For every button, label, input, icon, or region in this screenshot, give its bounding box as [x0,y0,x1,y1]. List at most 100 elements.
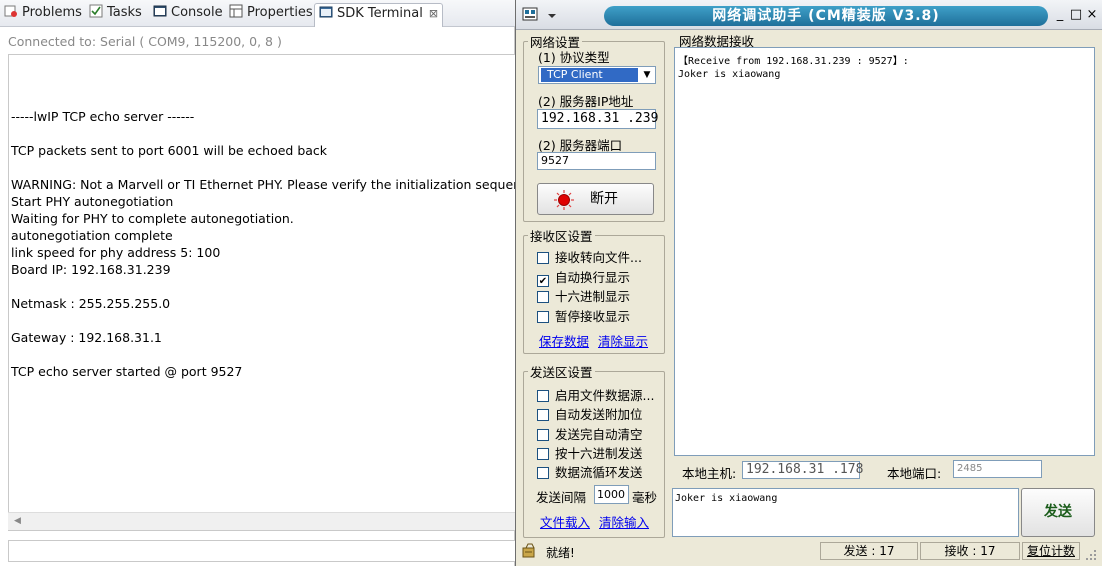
maximize-button[interactable]: □ [1068,6,1084,24]
checkbox-label: 暂停接收显示 [555,309,631,324]
checkbox-label: 发送完自动清空 [555,427,643,442]
tab-label: SDK Terminal [337,6,423,21]
problems-icon [4,4,18,18]
disconnect-label: 断开 [590,191,618,207]
connection-status: Connected to: Serial ( COM9, 115200, 0, … [8,34,282,49]
console-line: TCP packets sent to port 6001 will be ec… [11,143,328,158]
server-ip-label: (2) 服务器IP地址 [538,94,634,109]
view-tab-bar: Problems Tasks Console Properties SDK Te… [0,0,515,27]
save-data-link[interactable]: 保存数据 [539,331,589,350]
group-legend: 发送区设置 [530,365,593,380]
app-icon [522,7,556,21]
tab-properties[interactable]: Properties [229,3,313,25]
pause-recv-checkbox[interactable]: 暂停接收显示 [537,306,630,325]
load-file-link[interactable]: 文件载入 [540,512,590,531]
clear-display-link[interactable]: 清除显示 [598,331,648,350]
checkbox-label: 自动发送附加位 [555,407,643,422]
hex-send-checkbox[interactable]: 按十六进制发送 [537,443,643,462]
eclipse-view-panel: Problems Tasks Console Properties SDK Te… [0,0,536,566]
local-host-label: 本地主机: [682,466,737,481]
connection-led-icon [554,190,574,221]
auto-wrap-checkbox[interactable]: ✔ 自动换行显示 [537,267,630,287]
sent-counter: 发送 : 17 [820,542,918,560]
console-line: Gateway : 192.168.31.1 [11,330,162,345]
console-line: Start PHY autonegotiation [11,194,174,209]
hex-display-checkbox[interactable]: 十六进制显示 [537,286,630,305]
send-interval-label: 发送间隔 [536,490,587,505]
checkbox-label: 按十六进制发送 [555,446,643,461]
recv-data-area[interactable]: 【Receive from 192.168.31.239 : 9527】: Jo… [674,47,1095,456]
checkbox-label: 十六进制显示 [555,289,631,304]
checkbox-box[interactable] [537,429,549,441]
terminal-input[interactable] [8,540,515,562]
terminal-icon [319,5,333,19]
scroll-left-icon[interactable]: ◀ [14,516,21,526]
status-ready: 就绪! [546,546,575,560]
protocol-label: (1) 协议类型 [538,50,610,65]
console-line: WARNING: Not a Marvell or TI Ethernet PH… [11,177,536,192]
server-ip-input[interactable]: 192.168.31 .239 [537,109,658,129]
disconnect-button[interactable]: 断开 [537,183,654,215]
tab-label: Console [171,5,223,20]
checkbox-box[interactable] [537,409,549,421]
tab-console[interactable]: Console [153,3,223,25]
checkbox-label: 接收转向文件... [555,250,642,265]
checkbox-box[interactable] [537,252,549,264]
system-menu[interactable] [522,6,560,24]
server-port-input[interactable]: 9527 [537,152,656,170]
console-line: Waiting for PHY to complete autonegotiat… [11,211,294,226]
group-legend: 接收区设置 [530,229,593,244]
send-interval-input[interactable]: 1000 [594,485,629,504]
close-button[interactable]: × [1084,6,1100,24]
send-button[interactable]: 发送 [1021,488,1095,537]
checkbox-label: 数据流循环发送 [555,465,643,480]
resize-grip-icon[interactable] [1084,548,1098,565]
tab-problems[interactable]: Problems [4,3,82,25]
local-port-value: 2485 [953,460,1042,478]
send-text: Joker is xiaowang [675,493,778,504]
checkbox-box[interactable] [537,467,549,479]
horizontal-scrollbar[interactable]: ◀ [8,512,515,530]
close-icon[interactable]: ⊠ [429,4,438,24]
recv-to-file-checkbox[interactable]: 接收转向文件... [537,247,642,266]
local-host-value: 192.168.31 .178 [742,461,863,479]
tab-label: Properties [247,5,313,20]
chevron-down-icon[interactable]: ▼ [640,68,654,82]
local-port-label: 本地端口: [887,466,942,481]
file-source-checkbox[interactable]: 启用文件数据源... [537,385,654,404]
tab-label: Tasks [107,5,142,20]
reset-counter-button[interactable]: 复位计数 [1022,542,1080,560]
console-line: Board IP: 192.168.31.239 [11,262,171,277]
auto-clear-checkbox[interactable]: 发送完自动清空 [537,424,643,443]
send-data-area[interactable]: Joker is xiaowang [672,488,1019,537]
window-title: 网络调试助手 (CM精装版 V3.8) [604,6,1048,26]
console-line: link speed for phy address 5: 100 [11,245,221,260]
title-bar[interactable]: 网络调试助手 (CM精装版 V3.8) _ □ × [516,0,1102,30]
tab-label: Problems [22,5,82,20]
checkbox-box[interactable] [537,390,549,402]
recv-counter: 接收 : 17 [920,542,1020,560]
checkbox-box[interactable] [537,291,549,303]
append-bit-checkbox[interactable]: 自动发送附加位 [537,404,643,423]
recv-header-line: 【Receive from 192.168.31.239 : 9527】: [678,56,909,67]
status-icon [522,543,538,562]
tasks-icon [89,4,103,18]
console-line: TCP echo server started @ port 9527 [11,364,243,379]
console-line: -----lwIP TCP echo server ------ [11,109,195,124]
checkbox-label: 启用文件数据源... [555,388,655,403]
recv-body-line: Joker is xiaowang [678,69,781,80]
checkbox-box[interactable] [537,311,549,323]
console-line: Netmask : 255.255.255.0 [11,296,171,311]
checkbox-box[interactable] [537,448,549,460]
tab-tasks[interactable]: Tasks [89,3,142,25]
minimize-button[interactable]: _ [1052,6,1068,24]
console-line: autonegotiation complete [11,228,173,243]
console-icon [153,4,167,18]
loop-send-checkbox[interactable]: 数据流循环发送 [537,462,643,481]
properties-icon [229,4,243,18]
interval-unit: 毫秒 [632,490,658,505]
tab-sdk-terminal[interactable]: SDK Terminal ⊠ [314,3,444,27]
clear-input-link[interactable]: 清除输入 [599,512,649,531]
terminal-output[interactable]: -----lwIP TCP echo server ------ TCP pac… [8,54,536,531]
protocol-select[interactable]: TCP Client ▼ [538,66,656,84]
